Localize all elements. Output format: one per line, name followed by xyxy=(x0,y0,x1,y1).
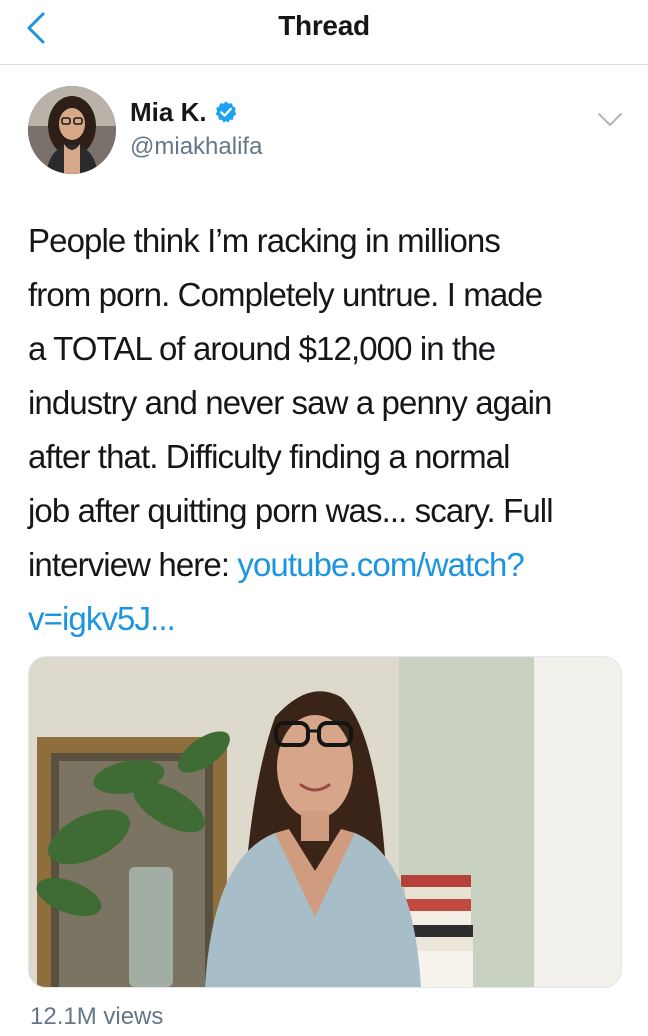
tweet-menu-button[interactable] xyxy=(594,108,626,132)
author-name: Mia K. xyxy=(130,97,207,127)
nav-bar: Thread xyxy=(0,0,648,65)
tweet-text: People think I’m racking in millions fro… xyxy=(28,214,628,646)
avatar[interactable] xyxy=(28,86,116,174)
view-count: 12.1M views xyxy=(30,1003,164,1030)
tweet-author: Mia K. @miakhalifa xyxy=(28,86,628,176)
chevron-down-icon xyxy=(598,113,622,126)
video-thumbnail[interactable] xyxy=(28,656,622,988)
tweet-body: People think I’m racking in millions fro… xyxy=(28,222,554,583)
author-name-row[interactable]: Mia K. xyxy=(130,97,238,127)
verified-badge-icon xyxy=(215,101,236,123)
page-title: Thread xyxy=(278,10,370,41)
author-handle[interactable]: @miakhalifa xyxy=(130,132,262,162)
